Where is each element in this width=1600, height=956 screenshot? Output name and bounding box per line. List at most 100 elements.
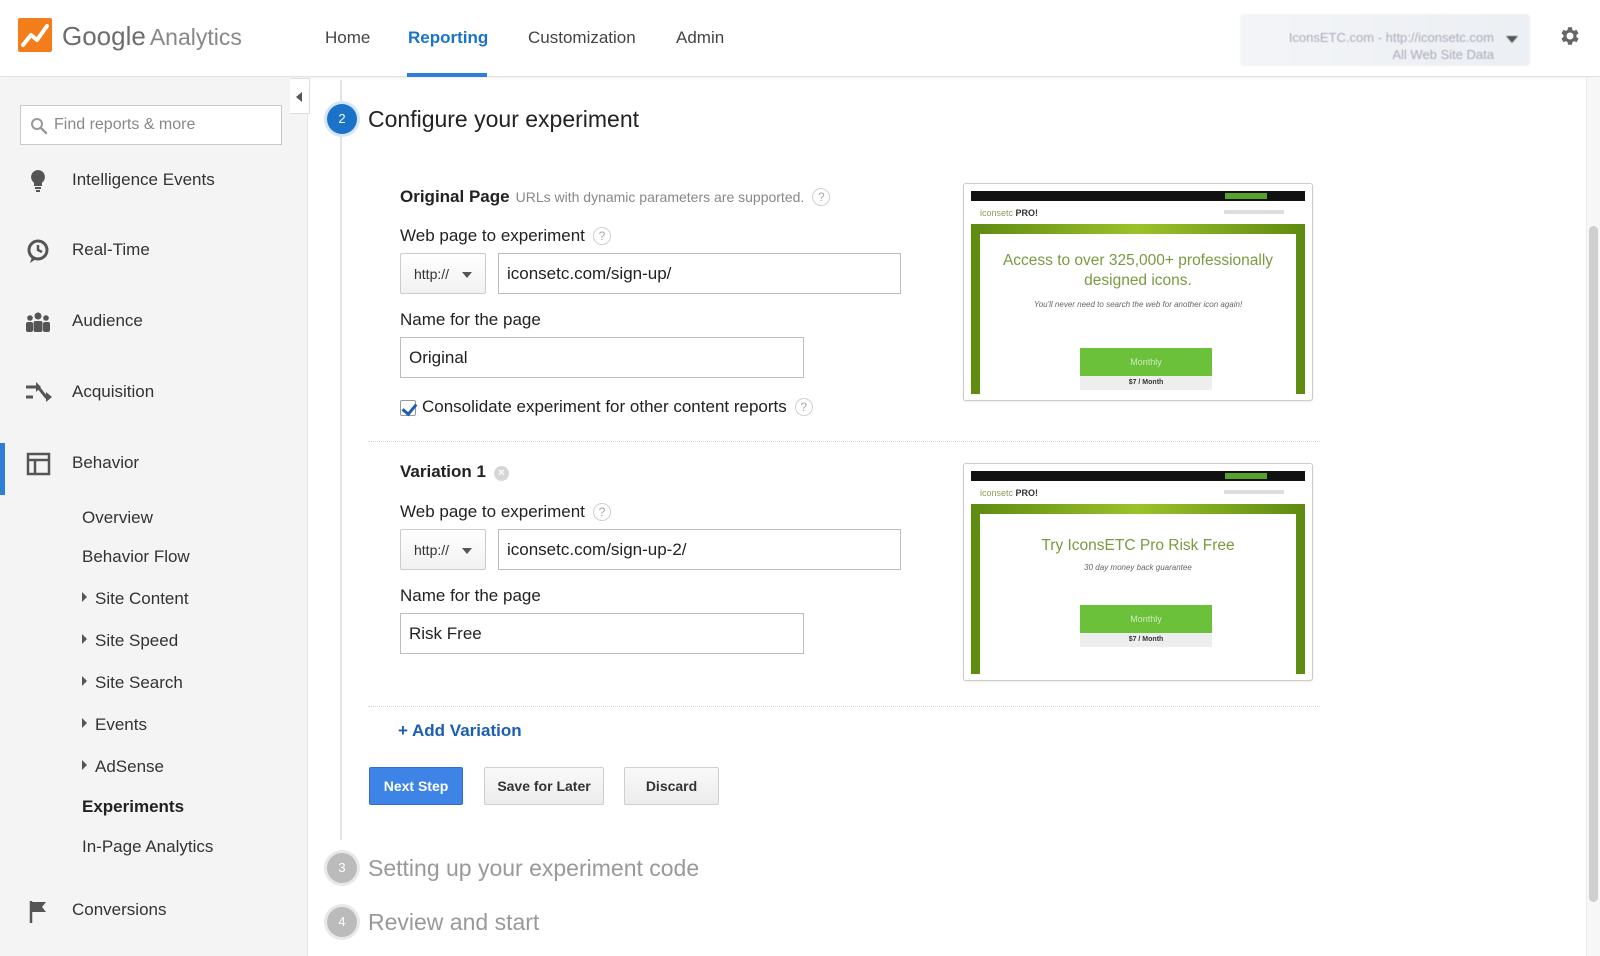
people-icon	[26, 312, 50, 332]
search-icon	[31, 118, 48, 135]
preview-price: $7 / Month	[1080, 376, 1212, 390]
expand-triangle-icon	[82, 676, 87, 686]
chevron-down-icon	[1506, 36, 1518, 43]
field-label-text: Web page to experiment	[400, 502, 585, 521]
original-protocol-select[interactable]: http://	[400, 253, 486, 294]
collapse-sidebar-button[interactable]	[290, 78, 310, 114]
top-bar: Google Analytics Home Reporting Customiza…	[0, 0, 1600, 77]
expand-triangle-icon	[82, 634, 87, 644]
help-icon[interactable]: ?	[812, 188, 831, 206]
sidebar-subitem-experiments[interactable]: Experiments	[82, 797, 184, 817]
nav-admin[interactable]: Admin	[676, 28, 724, 48]
sidebar-item-label: Acquisition	[72, 382, 155, 401]
search-input[interactable]	[54, 114, 274, 136]
flag-icon	[29, 901, 46, 923]
preview-card: Access to over 325,000+ professionally d…	[980, 234, 1296, 394]
variation-name-input[interactable]	[400, 613, 804, 654]
sidebar-item-audience[interactable]: Audience	[0, 302, 308, 342]
expand-triangle-icon	[82, 760, 87, 770]
variation-protocol-select[interactable]: http://	[400, 529, 486, 570]
variation-url-input[interactable]	[498, 529, 901, 570]
nav-customization[interactable]: Customization	[528, 28, 636, 48]
original-name-input[interactable]	[400, 337, 804, 378]
brand-secondary: Analytics	[149, 24, 242, 50]
sidebar-item-conversions[interactable]: Conversions	[0, 891, 308, 931]
remove-variation-icon[interactable]: ×	[493, 466, 509, 481]
variation-url-label: Web page to experiment?	[400, 502, 611, 522]
help-icon[interactable]: ?	[592, 503, 611, 521]
step-title-setup-code: Setting up your experiment code	[368, 855, 700, 881]
sidebar-subitem-site-search[interactable]: Site Search	[82, 673, 183, 693]
sidebar-item-intelligence-events[interactable]: Intelligence Events	[0, 161, 308, 201]
next-step-button[interactable]: Next Step	[369, 767, 463, 805]
sidebar-subitem-label: Site Speed	[95, 631, 179, 650]
step-timeline	[340, 80, 342, 840]
original-page-title: Original Page	[400, 187, 510, 206]
discard-button[interactable]: Discard	[624, 767, 719, 805]
sidebar-subitem-label: Site Content	[95, 589, 189, 608]
preview-plan-button: Monthly	[1080, 348, 1212, 376]
preview-banner-button	[1225, 473, 1267, 479]
expand-triangle-icon	[82, 718, 87, 728]
original-page-preview: iconsetc PRO! Access to over 325,000+ pr…	[963, 183, 1313, 401]
acquisition-arrows-icon	[26, 382, 52, 402]
preview-hero: Try IconsETC Pro Risk Free 30 day money …	[971, 504, 1305, 674]
sidebar	[0, 78, 308, 956]
preview-hero: Access to over 325,000+ professionally d…	[971, 224, 1305, 394]
consolidate-checkbox[interactable]	[400, 400, 416, 416]
chevron-down-icon	[462, 272, 472, 278]
preview-plan-button: Monthly	[1080, 605, 1212, 633]
clock-icon	[27, 239, 49, 263]
step-number-badge: 3	[327, 853, 357, 883]
sidebar-item-label: Conversions	[72, 900, 167, 919]
sidebar-subitem-site-speed[interactable]: Site Speed	[82, 631, 178, 651]
preview-brand-plain: iconsetc	[980, 208, 1014, 218]
preview-headline-line-2: designed icons.	[1084, 272, 1192, 289]
google-analytics-logo-icon[interactable]	[18, 18, 52, 52]
brand-title[interactable]: Google Analytics	[62, 21, 242, 52]
sidebar-subitem-in-page-analytics[interactable]: In-Page Analytics	[82, 837, 213, 857]
account-selector[interactable]: IconsETC.com - http://iconsetc.com All W…	[1240, 14, 1530, 66]
preview-top-banner	[971, 191, 1305, 201]
preview-top-banner	[971, 471, 1305, 481]
original-page-heading: Original Page URLs with dynamic parameter…	[400, 187, 831, 207]
sidebar-subitem-adsense[interactable]: AdSense	[82, 757, 164, 777]
original-page-note: URLs with dynamic parameters are support…	[515, 189, 805, 205]
consolidate-label-text: Consolidate experiment for other content…	[422, 397, 787, 416]
variation-title: Variation 1	[400, 462, 486, 481]
sidebar-item-real-time[interactable]: Real-Time	[0, 231, 308, 271]
consolidate-label: Consolidate experiment for other content…	[422, 397, 813, 417]
nav-home[interactable]: Home	[325, 28, 370, 48]
add-variation-link[interactable]: + Add Variation	[398, 721, 522, 741]
behavior-layout-icon	[26, 452, 51, 476]
sidebar-item-acquisition[interactable]: Acquisition	[0, 373, 308, 413]
preview-brand-bold: PRO!	[1015, 488, 1039, 498]
sidebar-subitem-label: Events	[95, 715, 147, 734]
save-for-later-button[interactable]: Save for Later	[484, 767, 604, 805]
scrollbar-thumb[interactable]	[1589, 226, 1598, 902]
section-divider	[368, 441, 1320, 442]
sidebar-subitem-site-content[interactable]: Site Content	[82, 589, 189, 609]
sidebar-item-label: Intelligence Events	[72, 170, 215, 189]
gear-icon[interactable]	[1557, 24, 1581, 48]
variation-page-preview: iconsetc PRO! Try IconsETC Pro Risk Free…	[963, 463, 1313, 681]
sidebar-subitem-overview[interactable]: Overview	[82, 508, 153, 528]
account-name: IconsETC.com - http://iconsetc.com	[1288, 30, 1494, 45]
variation-name-label: Name for the page	[400, 586, 541, 605]
sidebar-subitem-label: Site Search	[95, 673, 183, 692]
original-url-input[interactable]	[498, 253, 901, 294]
sidebar-subitem-events[interactable]: Events	[82, 715, 147, 735]
help-icon[interactable]: ?	[592, 227, 611, 245]
report-search[interactable]	[20, 105, 282, 145]
original-name-label: Name for the page	[400, 310, 541, 329]
brand-primary: Google	[62, 21, 146, 51]
preview-banner-button	[1225, 193, 1267, 199]
sidebar-subitem-behavior-flow[interactable]: Behavior Flow	[82, 547, 190, 567]
step-number-badge: 2	[327, 104, 357, 134]
preview-subtext: 30 day money back guarantee	[1084, 563, 1192, 572]
sidebar-item-behavior[interactable]: Behavior	[0, 444, 308, 484]
nav-reporting[interactable]: Reporting	[408, 28, 488, 48]
help-icon[interactable]: ?	[794, 398, 813, 416]
preview-brand-plain: iconsetc	[980, 488, 1014, 498]
chevron-down-icon	[462, 548, 472, 554]
